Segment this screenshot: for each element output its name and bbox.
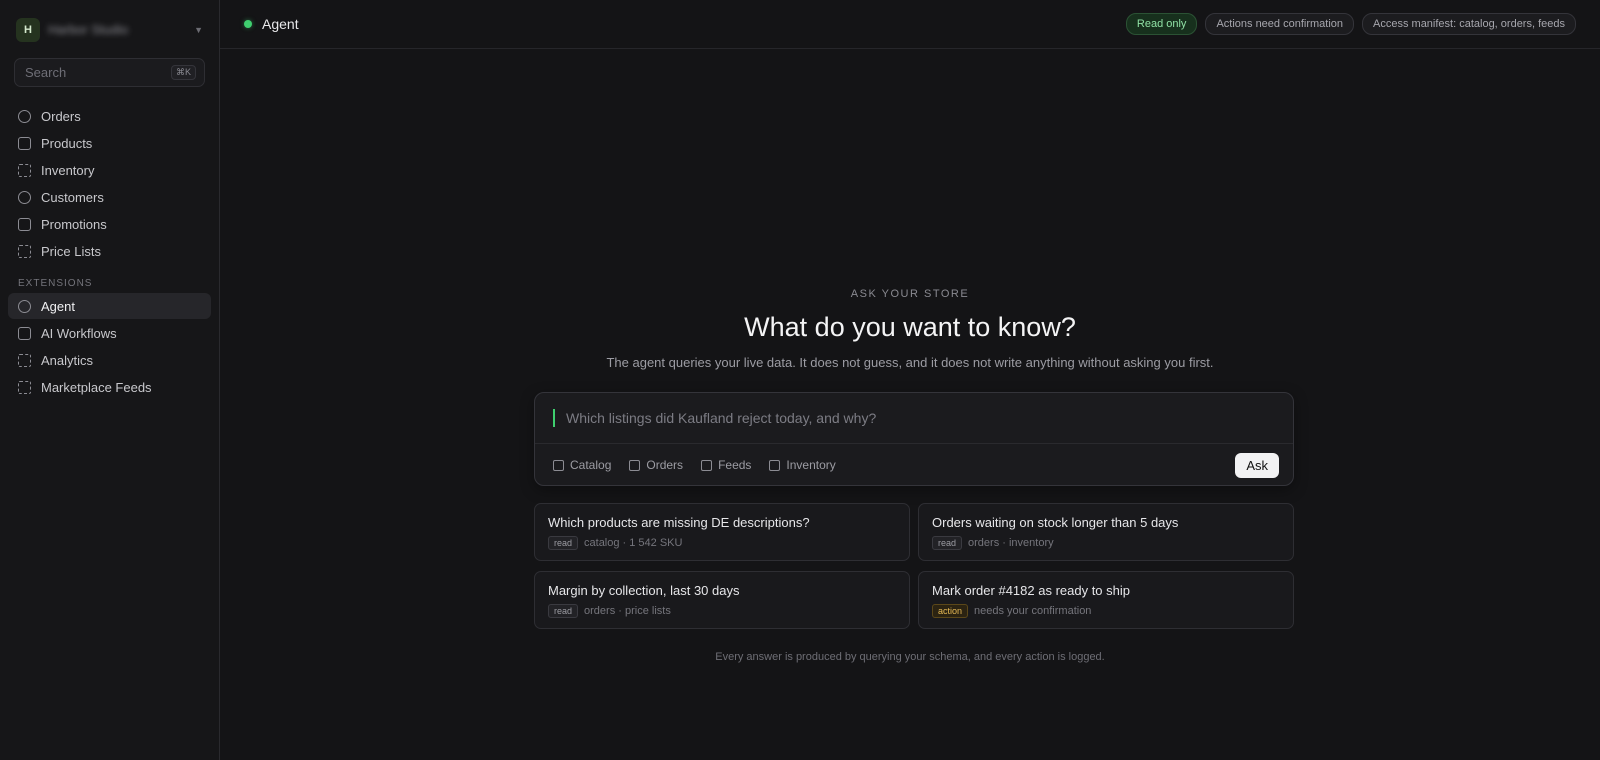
checkbox-icon[interactable]	[629, 459, 641, 471]
suggestion-title: Margin by collection, last 30 days	[548, 583, 740, 598]
page-title: Agent	[262, 16, 299, 32]
dashed-square-icon	[18, 244, 31, 258]
suggestion-card[interactable]: Mark order #4182 as ready to ship action…	[918, 571, 1294, 629]
sidebar-item-inventory[interactable]: Inventory	[8, 157, 211, 183]
suggestion-title: Orders waiting on stock longer than 5 da…	[932, 515, 1179, 530]
sidebar-item-agent[interactable]: Agent	[8, 293, 211, 319]
workspace-avatar: H	[16, 17, 40, 42]
sidebar-item-promotions[interactable]: Promotions	[8, 211, 211, 237]
search-shortcut: ⌘K	[170, 65, 196, 80]
ask-button[interactable]: Ask	[1235, 452, 1279, 478]
search-input[interactable]: Search ⌘K	[14, 58, 205, 87]
suggestion-grid: Which products are missing DE descriptio…	[534, 503, 1294, 629]
suggestion-meta-row: read orders · inventory	[932, 536, 1280, 550]
workspace-name: Harbor Studio	[48, 22, 129, 37]
sidebar-item-label: Inventory	[41, 162, 95, 178]
read-only-badge: Read only	[1125, 13, 1198, 35]
sidebar-item-analytics[interactable]: Analytics	[8, 347, 211, 373]
square-icon	[18, 217, 31, 231]
scope-label: Catalog	[570, 458, 612, 472]
sidebar: H Harbor Studio ▼ Search ⌘K Orders Produ…	[0, 0, 220, 760]
sidebar-item-label: Analytics	[41, 352, 94, 368]
dashed-square-icon	[18, 380, 31, 394]
question-placeholder: Which listings did Kaufland reject today…	[566, 410, 877, 426]
hero-eyebrow: ASK YOUR STORE	[850, 288, 970, 300]
main-panel: Agent Read only Actions need confirmatio…	[220, 0, 1600, 760]
square-icon	[18, 136, 31, 150]
topbar: Agent Read only Actions need confirmatio…	[220, 0, 1600, 49]
scope-label: Orders	[646, 458, 684, 472]
scope-checkbox-inventory[interactable]: Inventory	[769, 458, 836, 472]
access-manifest-badge[interactable]: Access manifest: catalog, orders, feeds	[1362, 13, 1576, 35]
sidebar-item-label: Promotions	[41, 216, 107, 232]
suggestion-meta: orders · price lists	[584, 605, 671, 617]
suggestion-card[interactable]: Margin by collection, last 30 days read …	[534, 571, 910, 629]
suggestion-meta-row: action needs your confirmation	[932, 604, 1280, 618]
circle-icon	[18, 109, 31, 123]
sidebar-item-ai-workflows[interactable]: AI Workflows	[8, 320, 211, 346]
read-tag: read	[932, 536, 963, 550]
sidebar-item-price-lists[interactable]: Price Lists	[8, 238, 211, 264]
checkbox-icon[interactable]	[701, 459, 713, 471]
checkbox-icon[interactable]	[553, 459, 564, 471]
sidebar-item-label: AI Workflows	[41, 325, 117, 341]
hero-subline: The agent queries your live data. It doe…	[606, 355, 1214, 370]
sidebar-item-customers[interactable]: Customers	[8, 184, 211, 210]
sidebar-item-label: Price Lists	[41, 243, 101, 259]
section-label-extensions: EXTENSIONS	[18, 278, 93, 289]
sidebar-item-label: Products	[41, 135, 93, 151]
suggestion-card[interactable]: Orders waiting on stock longer than 5 da…	[918, 503, 1294, 561]
suggestion-meta-row: read orders · price lists	[548, 604, 896, 618]
chevron-down-icon: ▼	[194, 24, 203, 35]
suggestion-meta: catalog · 1 542 SKU	[584, 537, 683, 549]
workspace-switcher[interactable]: H Harbor Studio ▼	[8, 17, 211, 42]
checkbox-icon[interactable]	[769, 459, 781, 471]
read-tag: read	[548, 536, 579, 550]
suggestion-meta: needs your confirmation	[974, 605, 1092, 617]
suggestion-title: Which products are missing DE descriptio…	[548, 515, 810, 530]
sidebar-item-label: Customers	[41, 189, 104, 205]
suggestion-meta-row: read catalog · 1 542 SKU	[548, 536, 896, 550]
sidebar-item-label: Orders	[41, 108, 81, 124]
search-placeholder: Search	[25, 65, 67, 80]
dashed-square-icon	[18, 353, 31, 367]
sidebar-item-label: Agent	[41, 298, 75, 314]
composer-footer: Catalog Orders Feeds Inventory Ask	[535, 444, 1293, 486]
hero: ASK YOUR STORE What do you want to know?…	[220, 288, 1600, 370]
composer: Which listings did Kaufland reject today…	[534, 392, 1294, 486]
sidebar-item-marketplace-feeds[interactable]: Marketplace Feeds	[8, 374, 211, 400]
sidebar-item-orders[interactable]: Orders	[8, 103, 211, 129]
scope-checkbox-catalog[interactable]: Catalog	[553, 458, 611, 472]
scope-label: Feeds	[718, 458, 752, 472]
suggestion-meta: orders · inventory	[968, 537, 1054, 549]
text-caret	[553, 409, 555, 427]
circle-icon	[18, 190, 31, 204]
hero-headline: What do you want to know?	[744, 312, 1076, 342]
scope-checkbox-orders[interactable]: Orders	[629, 458, 683, 472]
suggestion-title: Mark order #4182 as ready to ship	[932, 583, 1130, 598]
confirmation-badge: Actions need confirmation	[1205, 13, 1355, 35]
circle-icon	[18, 299, 31, 313]
suggestion-card[interactable]: Which products are missing DE descriptio…	[534, 503, 910, 561]
dashed-square-icon	[18, 163, 31, 177]
sidebar-item-products[interactable]: Products	[8, 130, 211, 156]
question-input[interactable]: Which listings did Kaufland reject today…	[535, 393, 1293, 444]
footnote: Every answer is produced by querying you…	[715, 651, 1105, 663]
scope-label: Inventory	[786, 458, 836, 472]
read-tag: read	[548, 604, 579, 618]
square-icon	[18, 326, 31, 340]
action-tag: action	[932, 604, 969, 618]
status-dot-icon	[244, 20, 252, 28]
scope-checkbox-feeds[interactable]: Feeds	[701, 458, 751, 472]
sidebar-item-label: Marketplace Feeds	[41, 379, 152, 395]
